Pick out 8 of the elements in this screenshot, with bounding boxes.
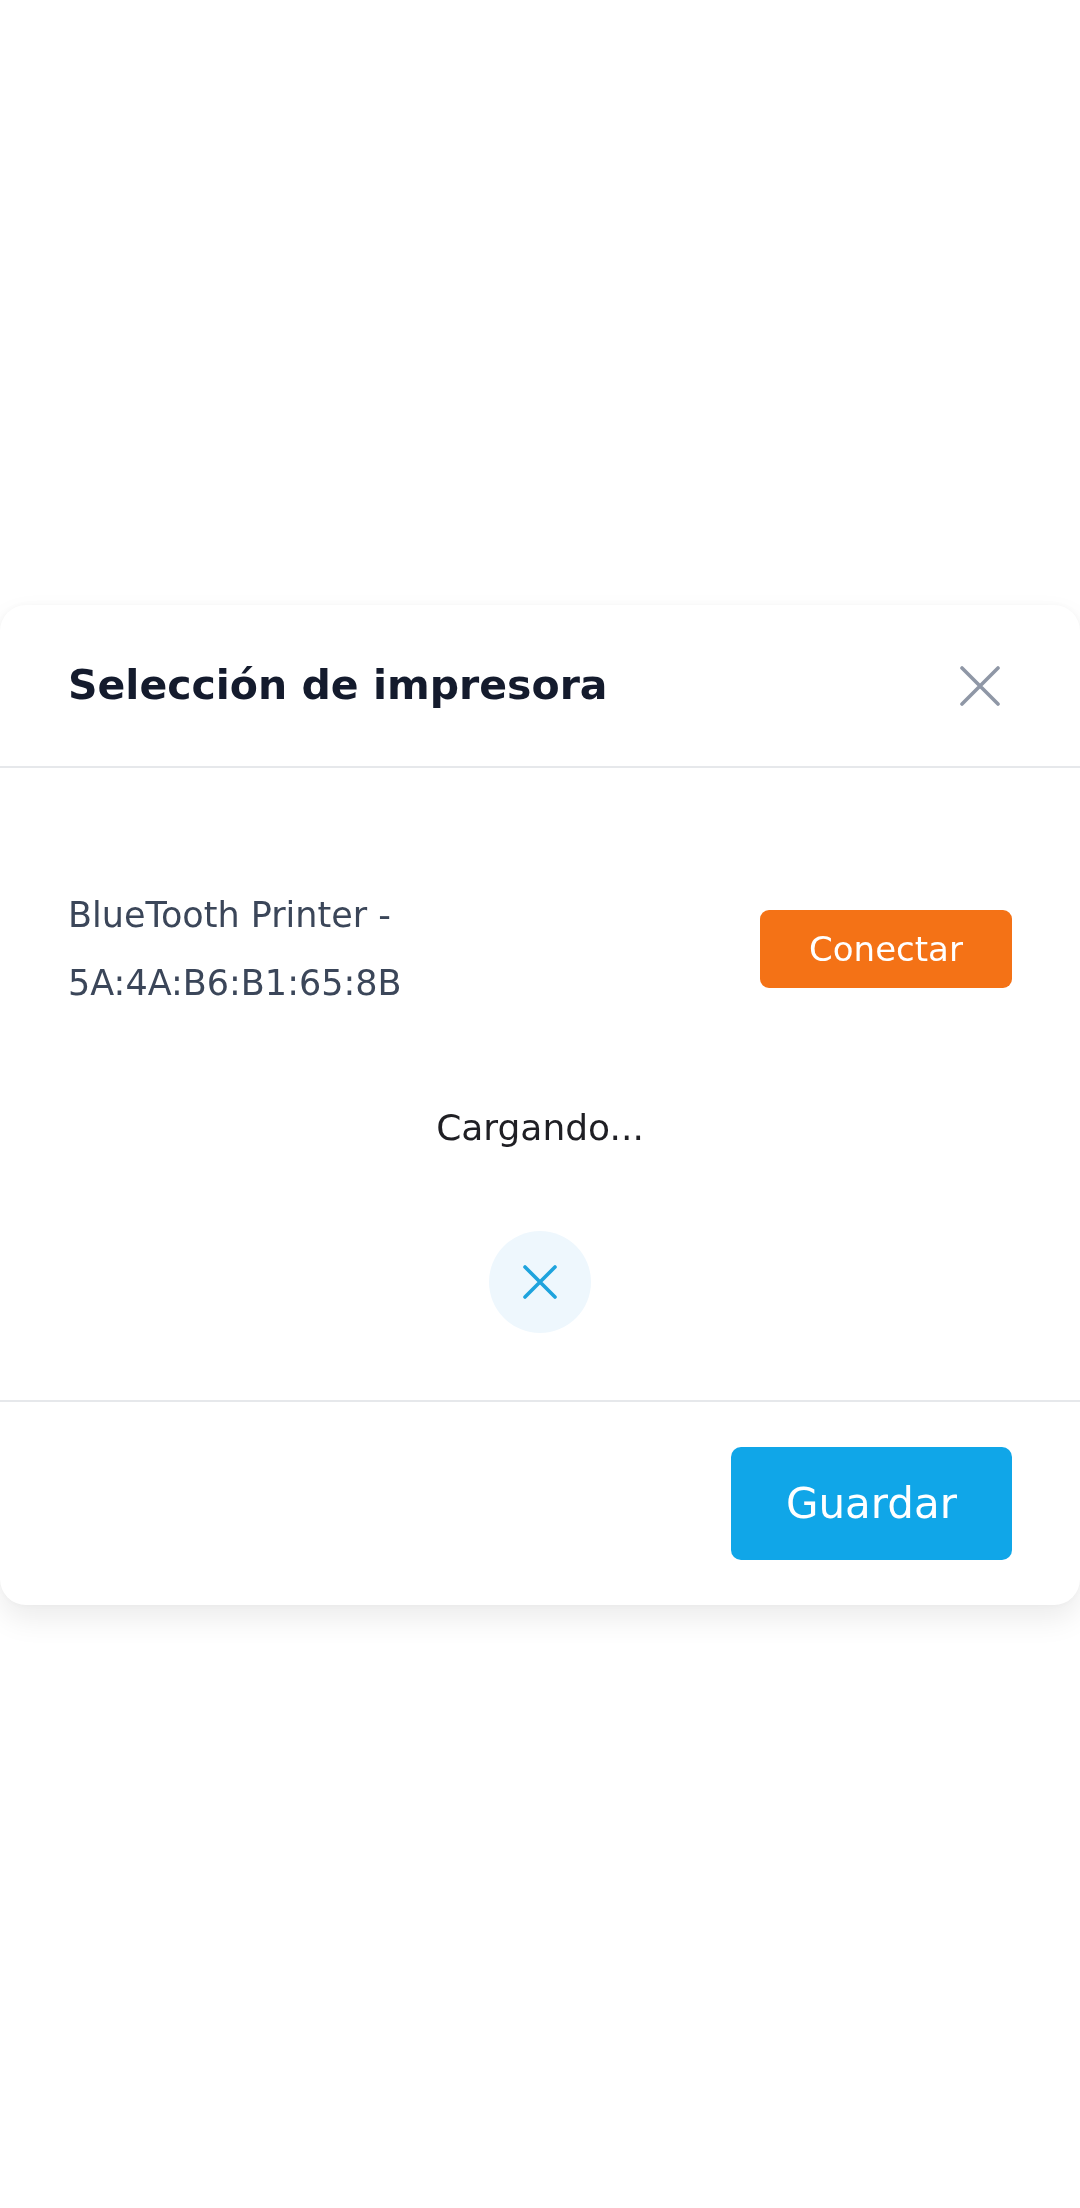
close-icon bbox=[523, 1265, 557, 1299]
dialog-title: Selección de impresora bbox=[68, 660, 608, 711]
printer-name: BlueTooth Printer - 5A:4A:B6:B1:65:8B bbox=[68, 894, 403, 1005]
connect-button[interactable]: Conectar bbox=[760, 910, 1012, 988]
save-button[interactable]: Guardar bbox=[731, 1447, 1012, 1560]
close-icon bbox=[960, 665, 1000, 706]
close-button[interactable] bbox=[960, 665, 1000, 706]
loading-text: Cargando... bbox=[436, 1106, 644, 1150]
